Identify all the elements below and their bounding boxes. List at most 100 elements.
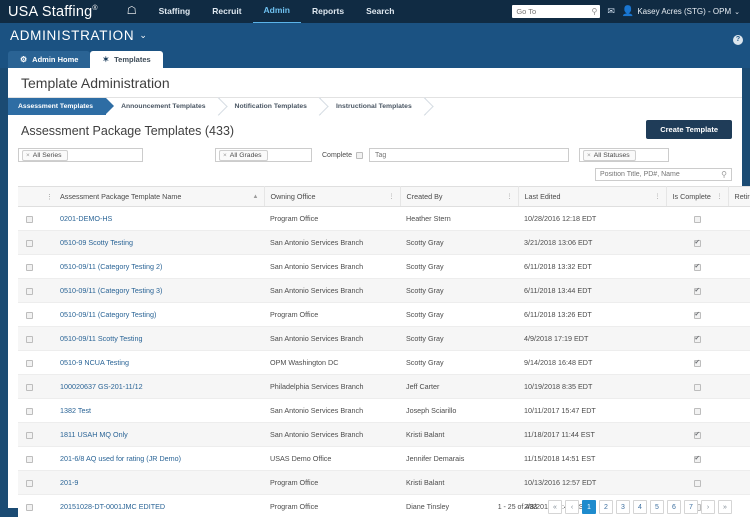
cell-template-name[interactable]: 1382 Test [54,398,264,423]
pagination-page-1[interactable]: 1 [582,500,596,514]
checkbox-icon[interactable] [693,286,701,295]
help-icon[interactable]: ? [733,35,743,45]
cell-template-name[interactable]: 0510-9 NCUA Testing [54,350,264,375]
search-icon[interactable]: ⚲ [721,170,731,179]
column-retired[interactable]: Retired ⋮ [728,186,750,207]
column-is-complete[interactable]: Is Complete ⋮ [666,186,729,207]
template-name-link[interactable]: 0510-09/11 (Category Testing) [60,310,156,319]
row-select-checkbox[interactable] [18,494,40,517]
column-menu-icon[interactable]: ⋮ [655,194,661,200]
checkbox-icon[interactable] [693,215,701,223]
pagination-page-2[interactable]: 2 [599,500,613,514]
series-filter[interactable]: × All Series [18,148,143,162]
search-input[interactable] [596,169,722,180]
cell-is-complete[interactable] [666,398,728,423]
row-select-checkbox[interactable] [18,302,40,327]
template-name-link[interactable]: 201-9 [60,478,78,487]
crumb-instructional-templates[interactable]: Instructional Templates [320,98,426,115]
tab-admin-home[interactable]: ⚙ Admin Home [8,51,91,68]
nav-link-admin[interactable]: Admin [252,0,301,24]
checkbox-icon[interactable] [693,262,701,271]
table-row[interactable]: 0510-9 NCUA Testing OPM Washington DC Scot… [18,350,750,375]
checkbox-icon[interactable] [25,239,33,247]
template-name-link[interactable]: 20151028-DT-0001JMC EDITED [60,502,165,511]
template-name-link[interactable]: 0510-09/11 (Category Testing 3) [60,286,162,295]
nav-link-search[interactable]: Search [355,0,405,23]
checkbox-icon[interactable] [693,407,701,415]
goto-input[interactable] [512,5,601,18]
cell-template-name[interactable]: 0510-09/11 Scotty Testing [54,326,264,351]
cell-retired[interactable] [728,326,750,351]
row-select-checkbox[interactable] [18,422,40,447]
table-row[interactable]: 1382 Test San Antonio Services Branch Jose… [18,398,750,423]
pagination-next[interactable]: › [701,500,715,514]
checkbox-icon[interactable] [25,455,33,463]
cell-is-complete[interactable] [666,278,728,303]
sort-asc-icon[interactable]: ▲ [253,194,259,200]
nav-link-reports[interactable]: Reports [301,0,355,23]
checkbox-icon[interactable] [693,479,701,487]
row-select-checkbox[interactable] [18,278,40,303]
checkbox-icon[interactable] [25,335,33,343]
cell-is-complete[interactable] [666,374,728,399]
cell-retired[interactable] [728,230,750,255]
cell-template-name[interactable]: 100020637 GS-201-11/12 [54,374,264,399]
row-select-checkbox[interactable] [18,374,40,399]
grades-filter[interactable]: × All Grades [215,148,312,162]
cell-retired[interactable] [728,206,750,231]
checkbox-icon[interactable] [25,287,33,295]
remove-icon[interactable]: × [26,152,30,159]
template-name-link[interactable]: 1811 USAH MQ Only [60,430,128,439]
cell-is-complete[interactable] [666,446,728,471]
pagination-last[interactable]: » [718,500,732,514]
cell-template-name[interactable]: 0510-09/11 (Category Testing) [54,302,264,327]
column-last-edited[interactable]: Last Edited ⋮ [518,186,667,207]
pagination-prev[interactable]: ‹ [565,500,579,514]
row-select-checkbox[interactable] [18,446,40,471]
row-select-checkbox[interactable] [18,398,40,423]
cell-retired[interactable] [728,302,750,327]
create-template-button[interactable]: Create Template [646,120,732,139]
column-created-by[interactable]: Created By ⋮ [400,186,519,207]
cell-template-name[interactable]: 1811 USAH MQ Only [54,422,264,447]
checkbox-icon[interactable] [693,310,701,319]
cell-is-complete[interactable] [666,470,728,495]
template-name-link[interactable]: 0510-09/11 Scotty Testing [60,334,142,343]
cell-template-name[interactable]: 201-9 [54,470,264,495]
row-select-checkbox[interactable] [18,254,40,279]
template-name-link[interactable]: 0510-09 Scotty Testing [60,238,133,247]
complete-filter-checkbox[interactable] [355,151,363,159]
column-menu-icon[interactable]: ⋮ [717,194,723,200]
template-name-link[interactable]: 0510-09/11 (Category Testing 2) [60,262,162,271]
checkbox-icon[interactable] [25,503,33,511]
cell-retired[interactable] [728,422,750,447]
cell-retired[interactable] [728,278,750,303]
checkbox-icon[interactable] [693,358,701,367]
cell-retired[interactable] [728,446,750,471]
table-row[interactable]: 0510-09/11 (Category Testing 3) San Anton… [18,278,750,303]
table-search[interactable]: ⚲ [595,168,732,181]
checkbox-icon[interactable] [693,430,701,439]
cell-retired[interactable] [728,350,750,375]
cell-is-complete[interactable] [666,254,728,279]
row-select-checkbox[interactable] [18,206,40,231]
table-row[interactable]: 201-6/8 AQ used for rating (JR Demo) USAS… [18,446,750,471]
pagination-page-7[interactable]: 7 [684,500,698,514]
column-select-all[interactable] [18,186,40,207]
column-owning-office[interactable]: Owning Office ⋮ [264,186,401,207]
row-select-checkbox[interactable] [18,326,40,351]
grades-filter-pill[interactable]: × All Grades [219,149,268,161]
cell-template-name[interactable]: 201-6/8 AQ used for rating (JR Demo) [54,446,264,471]
statuses-filter-pill[interactable]: × All Statuses [582,149,636,161]
statuses-filter[interactable]: × All Statuses [578,148,669,162]
envelope-icon[interactable]: ✉ [607,6,615,17]
checkbox-icon[interactable] [693,238,701,247]
cell-template-name[interactable]: 0510-09/11 (Category Testing 2) [54,254,264,279]
cell-is-complete[interactable] [666,230,728,255]
table-row[interactable]: 0510-09/11 (Category Testing) Program Off… [18,302,750,327]
user-menu[interactable]: 👤 Kasey Acres (STG) - OPM ⌄ [622,6,740,17]
checkbox-icon[interactable] [25,359,33,367]
column-menu-icon[interactable]: ⋮ [389,194,395,200]
crumb-assessment-templates[interactable]: Assessment Templates [8,98,115,115]
checkbox-icon[interactable] [25,215,33,223]
